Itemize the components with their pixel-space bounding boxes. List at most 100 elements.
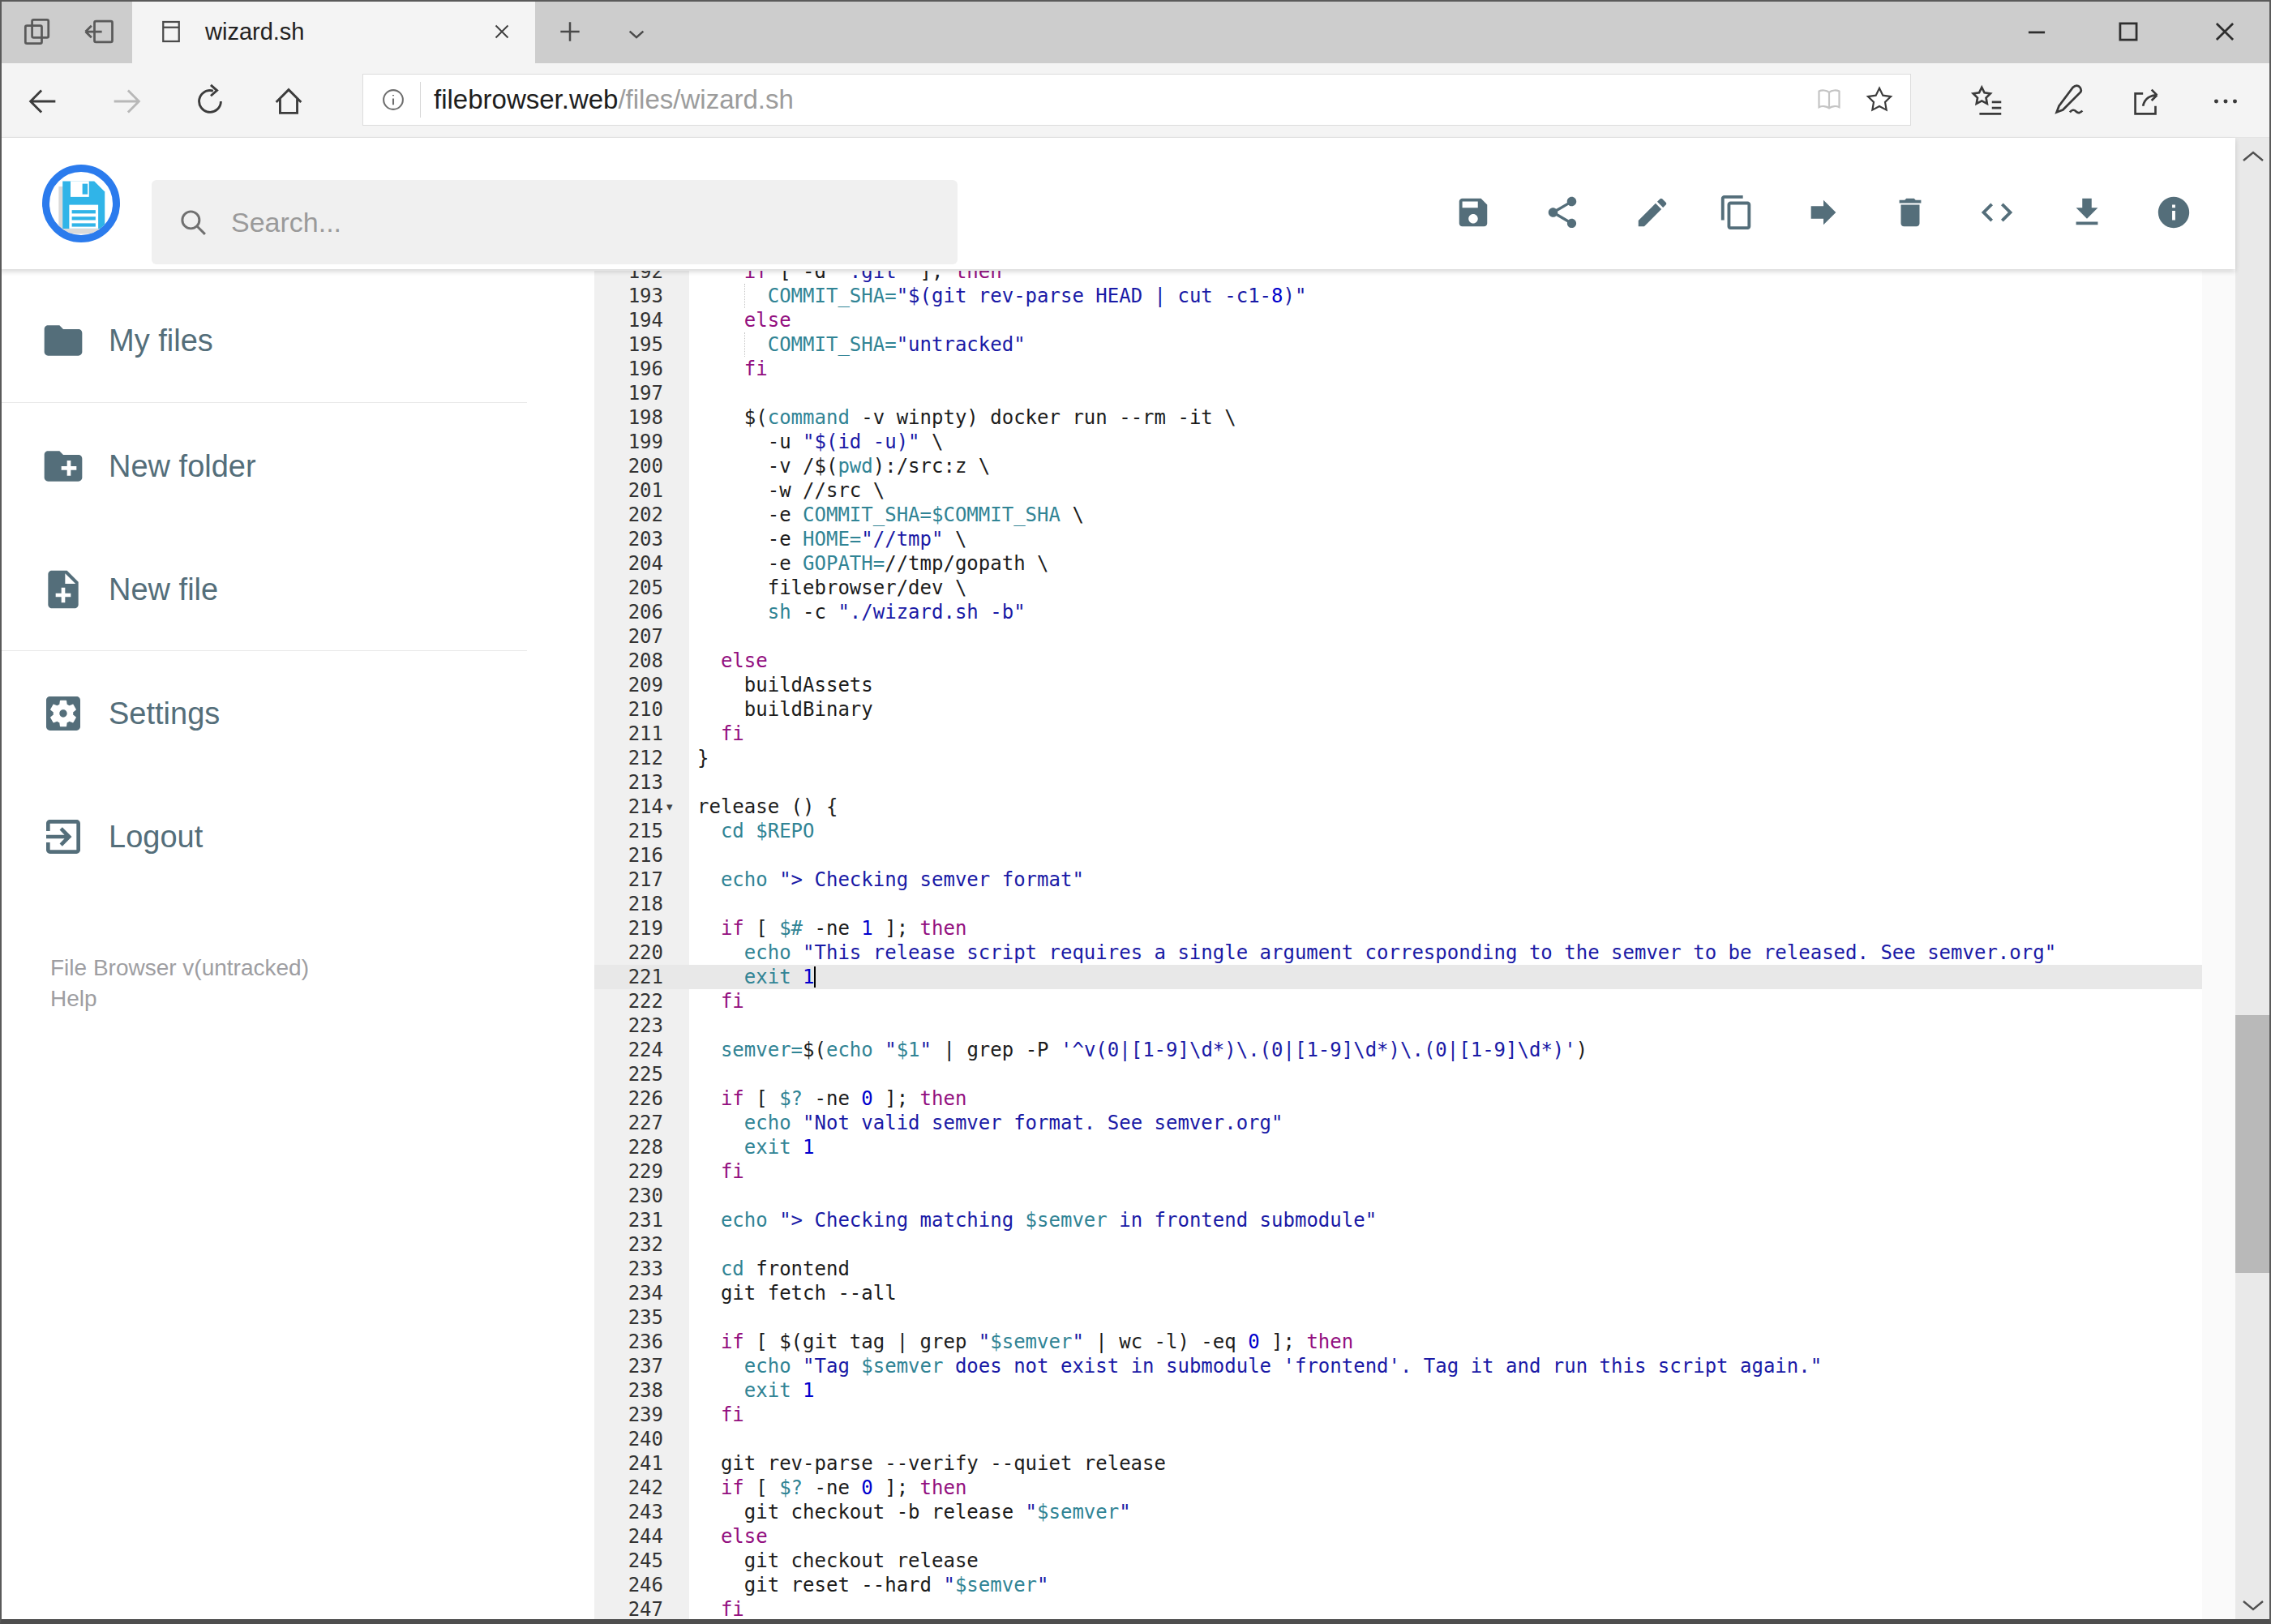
app-logo[interactable]: [42, 165, 120, 242]
sidebar-item-settings[interactable]: Settings: [0, 669, 527, 758]
share-button[interactable]: [1534, 184, 1591, 241]
info-icon: [2155, 194, 2192, 231]
line-number: 197: [594, 381, 663, 405]
code-editor[interactable]: 192 if [ -d ".git" ]; then193 COMMIT_SHA…: [527, 271, 2235, 1624]
line-number: 230: [594, 1184, 663, 1208]
code-text: fi: [697, 1597, 744, 1622]
edit-button[interactable]: [1624, 184, 1681, 241]
search-box[interactable]: Search...: [152, 180, 958, 264]
forward-icon[interactable]: [108, 83, 145, 120]
code-text: cd frontend: [697, 1257, 850, 1281]
code-line: 192 if [ -d ".git" ]; then: [527, 271, 2235, 284]
download-button[interactable]: [2059, 184, 2115, 241]
maximize-icon[interactable]: [2110, 14, 2146, 49]
page-icon: [156, 17, 186, 46]
close-window-icon[interactable]: [2207, 14, 2243, 49]
code-text: echo "This release script requires a sin…: [697, 941, 2056, 965]
code-text: echo "> Checking matching $semver in fro…: [697, 1208, 1377, 1232]
line-number: 247: [594, 1597, 663, 1622]
code-text: -e HOME="//tmp" \: [697, 527, 966, 551]
code-text: -u "$(id -u)" \: [697, 430, 943, 454]
browser-tab[interactable]: wizard.sh: [132, 0, 535, 63]
line-number: 234: [594, 1281, 663, 1305]
line-number: 199: [594, 430, 663, 454]
share-page-icon[interactable]: [2127, 83, 2165, 120]
line-number: 192: [594, 271, 663, 284]
move-button[interactable]: [1795, 184, 1852, 241]
addressbar-divider: [420, 82, 421, 118]
favorite-star-icon[interactable]: [1863, 84, 1896, 116]
sidebar-item-new-file[interactable]: New file: [0, 545, 527, 634]
scroll-up-icon[interactable]: [2239, 144, 2268, 169]
tabs-chevron-icon[interactable]: [620, 18, 653, 50]
line-number: 202: [594, 503, 663, 527]
code-text: exit 1: [697, 1378, 815, 1403]
minimize-icon[interactable]: [2019, 14, 2055, 49]
line-number: 228: [594, 1135, 663, 1159]
code-text: if [ $# -ne 1 ]; then: [697, 916, 966, 941]
save-button[interactable]: [1445, 184, 1502, 241]
line-number: 210: [594, 697, 663, 722]
code-text: fi: [697, 1403, 744, 1427]
home-icon[interactable]: [270, 83, 307, 120]
sidebar-item-label: New folder: [109, 449, 256, 484]
line-number: 213: [594, 770, 663, 795]
raw-code-button[interactable]: [1969, 184, 2025, 241]
code-line: 210 buildBinary: [527, 697, 2235, 722]
code-text: sh -c "./wizard.sh -b": [697, 600, 1026, 624]
code-text: fi: [697, 1159, 744, 1184]
line-number: 231: [594, 1208, 663, 1232]
line-number: 200: [594, 454, 663, 478]
line-number: 229: [594, 1159, 663, 1184]
code-line: 232: [527, 1232, 2235, 1257]
new-file-icon: [41, 567, 86, 612]
code-line: 196 fi: [527, 357, 2235, 381]
hub-icon[interactable]: [1969, 83, 2006, 120]
set-aside-tabs-icon[interactable]: [81, 14, 117, 49]
code-text: git checkout -b release "$semver": [697, 1500, 1131, 1524]
code-line: 200 -v /$(pwd):/src:z \: [527, 454, 2235, 478]
back-icon[interactable]: [24, 83, 62, 120]
address-bar[interactable]: filebrowser.web/files/wizard.sh: [362, 74, 1911, 126]
line-number: 237: [594, 1354, 663, 1378]
reading-view-icon[interactable]: [1813, 84, 1845, 116]
sidebar-item-my-files[interactable]: My files: [0, 296, 527, 385]
line-number: 236: [594, 1330, 663, 1354]
code-line: 233 cd frontend: [527, 1257, 2235, 1281]
code-line: 215 cd $REPO: [527, 819, 2235, 843]
code-line: 227 echo "Not valid semver format. See s…: [527, 1111, 2235, 1135]
code-text: release () {: [697, 795, 838, 819]
line-number: 223: [594, 1013, 663, 1038]
tab-preview-icon[interactable]: [19, 14, 55, 49]
sidebar-item-label: Logout: [109, 820, 203, 855]
sidebar-item-new-folder[interactable]: New folder: [0, 422, 527, 511]
site-info-icon[interactable]: [378, 84, 409, 115]
code-text: echo "Not valid semver format. See semve…: [697, 1111, 1283, 1135]
scroll-down-icon[interactable]: [2239, 1593, 2268, 1618]
code-text: -v /$(pwd):/src:z \: [697, 454, 990, 478]
code-line: 213: [527, 770, 2235, 795]
code-line: 208 else: [527, 649, 2235, 673]
ink-pen-icon[interactable]: [2050, 83, 2087, 120]
line-number: 217: [594, 868, 663, 892]
code-line: 216: [527, 843, 2235, 868]
page-scrollbar[interactable]: [2235, 138, 2271, 1624]
close-tab-icon[interactable]: [490, 19, 514, 44]
scrollbar-thumb[interactable]: [2235, 1015, 2271, 1273]
settings-icon: [41, 691, 86, 736]
sidebar-item-logout[interactable]: Logout: [0, 792, 527, 881]
code-line: 230: [527, 1184, 2235, 1208]
code-text: else: [697, 649, 768, 673]
fold-marker-icon[interactable]: ▾: [666, 795, 673, 819]
info-button[interactable]: [2145, 184, 2202, 241]
refresh-icon[interactable]: [191, 83, 229, 120]
code-line: 201 -w //src \: [527, 478, 2235, 503]
code-line: 243 git checkout -b release "$semver": [527, 1500, 2235, 1524]
new-tab-icon[interactable]: [554, 15, 586, 48]
delete-button[interactable]: [1882, 184, 1939, 241]
more-menu-icon[interactable]: [2207, 83, 2244, 120]
code-line: 218: [527, 892, 2235, 916]
line-number: 204: [594, 551, 663, 576]
copy-button[interactable]: [1708, 184, 1765, 241]
sidebar-help-link[interactable]: Help: [50, 986, 97, 1012]
